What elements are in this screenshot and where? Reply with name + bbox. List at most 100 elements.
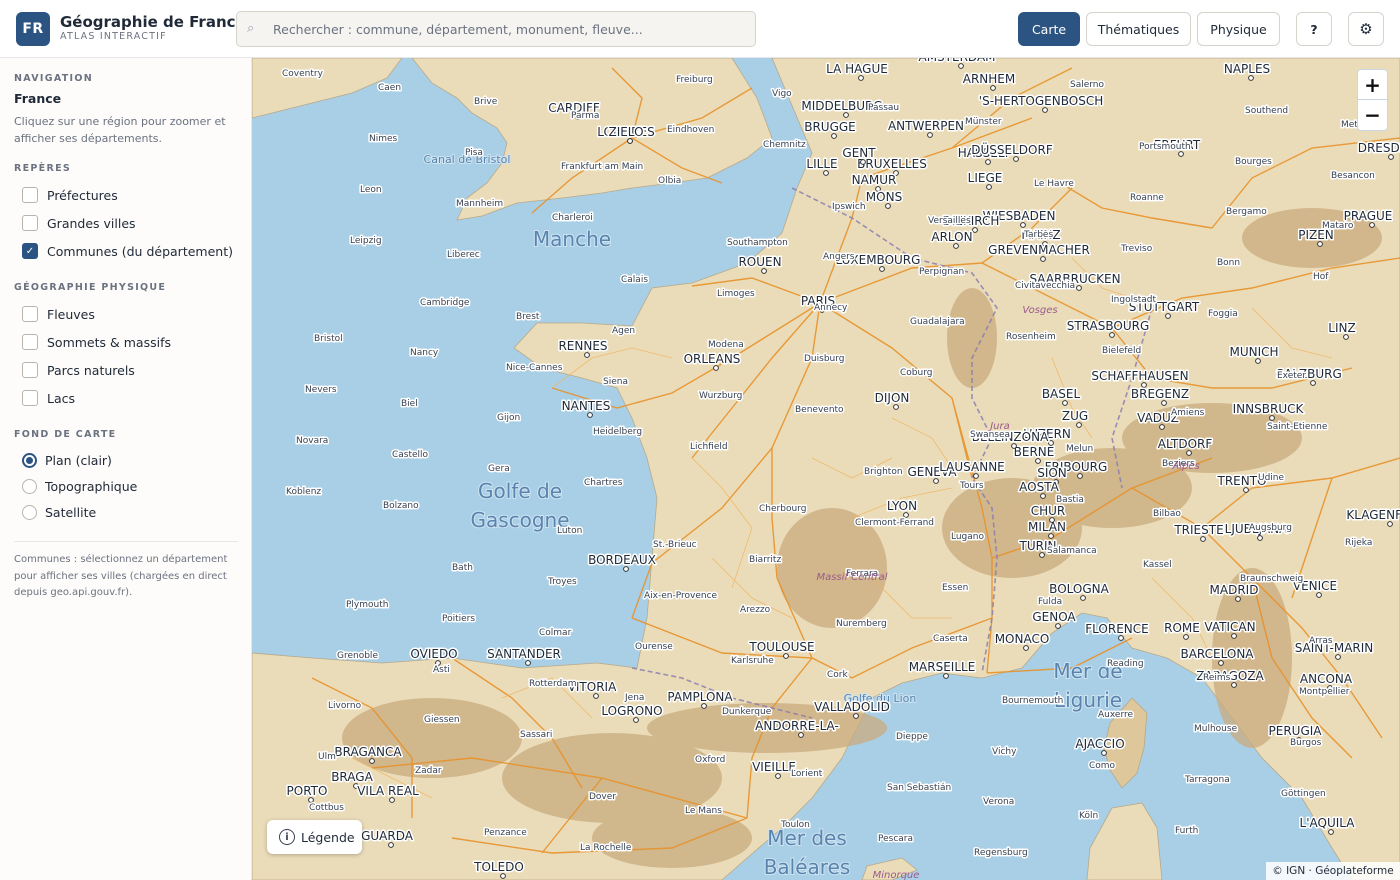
city-marker[interactable] xyxy=(1035,458,1041,464)
city-marker[interactable] xyxy=(633,717,639,723)
city-marker[interactable] xyxy=(593,693,599,699)
city-marker[interactable] xyxy=(1235,596,1241,602)
city-marker[interactable] xyxy=(1243,487,1249,493)
topo-radio[interactable] xyxy=(22,478,37,494)
city-marker[interactable] xyxy=(389,797,395,803)
city-marker[interactable] xyxy=(958,63,964,69)
sommets-toggle[interactable]: Sommets & massifs xyxy=(22,332,171,352)
city-marker[interactable] xyxy=(1317,241,1323,247)
city-marker[interactable] xyxy=(831,133,837,139)
city-marker[interactable] xyxy=(1062,400,1068,406)
city-marker[interactable] xyxy=(388,842,394,848)
fleuves-checkbox[interactable] xyxy=(22,306,38,322)
legend-button[interactable]: i Légende xyxy=(267,820,362,854)
city-marker[interactable] xyxy=(1076,285,1082,291)
city-marker[interactable] xyxy=(1388,154,1394,160)
city-marker[interactable] xyxy=(1186,450,1192,456)
city-marker[interactable] xyxy=(1231,682,1237,688)
city-marker[interactable] xyxy=(627,138,633,144)
lacs-checkbox[interactable] xyxy=(22,390,38,406)
city-marker[interactable] xyxy=(1055,623,1061,629)
sommets-checkbox[interactable] xyxy=(22,334,38,350)
city-marker[interactable] xyxy=(1077,473,1083,479)
city-marker[interactable] xyxy=(798,732,804,738)
city-marker[interactable] xyxy=(1200,536,1206,542)
city-marker[interactable] xyxy=(1255,358,1261,364)
city-marker[interactable] xyxy=(1178,151,1184,157)
city-marker[interactable] xyxy=(1257,535,1263,541)
city-marker[interactable] xyxy=(761,268,767,274)
topo-option[interactable]: Topographique xyxy=(22,476,137,496)
carte-button[interactable]: Carte xyxy=(1018,12,1080,46)
city-marker[interactable] xyxy=(1080,595,1086,601)
app-logo[interactable]: FR xyxy=(16,12,50,46)
city-marker[interactable] xyxy=(986,184,992,190)
map-canvas[interactable]: Manche Golfe de Gascogne Mer de Ligurie … xyxy=(252,58,1400,880)
city-marker[interactable] xyxy=(1161,400,1167,406)
city-marker[interactable] xyxy=(1118,635,1124,641)
city-marker[interactable] xyxy=(927,132,933,138)
city-marker[interactable] xyxy=(1048,440,1054,446)
city-marker[interactable] xyxy=(858,75,864,81)
city-marker[interactable] xyxy=(1165,313,1171,319)
prefectures-checkbox[interactable] xyxy=(22,187,38,203)
city-marker[interactable] xyxy=(843,112,849,118)
communes-toggle[interactable]: ✓ Communes (du département) xyxy=(22,241,233,261)
grandes-villes-checkbox[interactable] xyxy=(22,215,38,231)
thematiques-button[interactable]: Thématiques xyxy=(1086,12,1191,46)
city-marker[interactable] xyxy=(587,412,593,418)
grandes-villes-toggle[interactable]: Grandes villes xyxy=(22,213,136,233)
satellite-option[interactable]: Satellite xyxy=(22,502,96,522)
city-marker[interactable] xyxy=(1310,380,1316,386)
city-marker[interactable] xyxy=(775,773,781,779)
lacs-toggle[interactable]: Lacs xyxy=(22,388,75,408)
settings-button[interactable]: ⚙ xyxy=(1348,12,1384,46)
zoom-out-button[interactable]: − xyxy=(1358,100,1387,130)
help-button[interactable]: ? xyxy=(1296,12,1332,46)
city-marker[interactable] xyxy=(1316,592,1322,598)
city-marker[interactable] xyxy=(1218,660,1224,666)
city-marker[interactable] xyxy=(1039,552,1045,558)
city-marker[interactable] xyxy=(953,243,959,249)
city-marker[interactable] xyxy=(701,703,707,709)
city-marker[interactable] xyxy=(1020,222,1026,228)
city-marker[interactable] xyxy=(943,673,949,679)
city-marker[interactable] xyxy=(893,404,899,410)
fleuves-toggle[interactable]: Fleuves xyxy=(22,304,95,324)
city-marker[interactable] xyxy=(525,660,531,666)
city-marker[interactable] xyxy=(623,566,629,572)
parcs-checkbox[interactable] xyxy=(22,362,38,378)
city-marker[interactable] xyxy=(1183,634,1189,640)
city-marker[interactable] xyxy=(1040,493,1046,499)
plan-option[interactable]: Plan (clair) xyxy=(22,450,112,470)
city-marker[interactable] xyxy=(885,203,891,209)
city-marker[interactable] xyxy=(369,758,375,764)
city-marker[interactable] xyxy=(973,473,979,479)
parcs-toggle[interactable]: Parcs naturels xyxy=(22,360,135,380)
city-marker[interactable] xyxy=(584,352,590,358)
search-input[interactable] xyxy=(263,12,743,46)
city-marker[interactable] xyxy=(1335,654,1341,660)
city-marker[interactable] xyxy=(1328,829,1334,835)
city-marker[interactable] xyxy=(1248,75,1254,81)
city-marker[interactable] xyxy=(1076,422,1082,428)
city-marker[interactable] xyxy=(823,170,829,176)
city-marker[interactable] xyxy=(1011,443,1017,449)
city-marker[interactable] xyxy=(1013,156,1019,162)
city-marker[interactable] xyxy=(879,266,885,272)
city-marker[interactable] xyxy=(903,512,909,518)
prefectures-toggle[interactable]: Préfectures xyxy=(22,185,118,205)
city-marker[interactable] xyxy=(972,227,978,233)
city-marker[interactable] xyxy=(1048,533,1054,539)
city-marker[interactable] xyxy=(853,713,859,719)
plan-radio[interactable] xyxy=(22,452,37,468)
city-marker[interactable] xyxy=(783,653,789,659)
city-marker[interactable] xyxy=(860,159,866,165)
zoom-in-button[interactable]: + xyxy=(1358,70,1387,100)
city-marker[interactable] xyxy=(1369,222,1375,228)
city-marker[interactable] xyxy=(1042,107,1048,113)
city-marker[interactable] xyxy=(1023,645,1029,651)
city-marker[interactable] xyxy=(1387,521,1393,527)
city-marker[interactable] xyxy=(1269,415,1275,421)
city-marker[interactable] xyxy=(1049,517,1055,523)
